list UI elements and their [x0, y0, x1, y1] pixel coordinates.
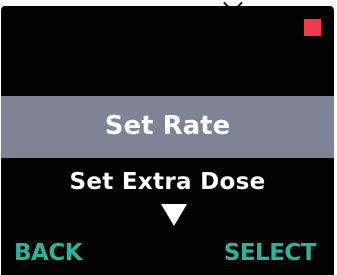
status-indicator-icon [304, 19, 321, 36]
select-button[interactable]: SELECT [224, 238, 317, 268]
menu-item-set-extra-dose[interactable]: Set Extra Dose [1, 166, 334, 198]
device-screen: Set Rate Set Extra Dose BACK SELECT [1, 6, 334, 275]
menu-item-set-rate[interactable]: Set Rate [1, 96, 334, 158]
scroll-down-icon[interactable] [161, 204, 187, 226]
menu-item-label: Set Rate [104, 111, 231, 141]
back-button[interactable]: BACK [14, 238, 83, 268]
